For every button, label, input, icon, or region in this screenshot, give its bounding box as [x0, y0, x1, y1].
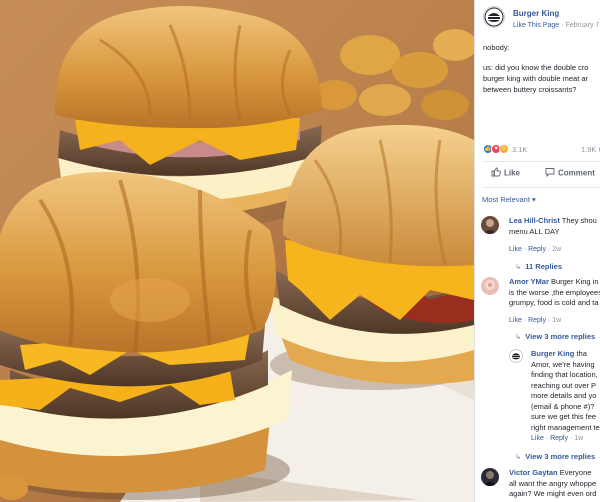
comment-body: tha	[576, 349, 587, 358]
commenter-avatar[interactable]	[481, 277, 499, 295]
comment-reply-link[interactable]: Reply	[550, 435, 568, 442]
comment-sort-dropdown[interactable]: Most Relevant ▾	[482, 194, 536, 205]
comment-body: right management te	[531, 422, 600, 432]
thumbs-up-icon	[491, 167, 501, 180]
comment-button[interactable]: Comment	[545, 167, 595, 180]
comment-time[interactable]: 1w	[552, 317, 561, 324]
comment-time[interactable]: 1w	[574, 435, 583, 442]
like-button-label: Like	[504, 168, 521, 178]
replies-label: 11 Replies	[525, 262, 562, 271]
comment-body: grumpy, food is cold and ta	[509, 298, 599, 307]
comment-text: Burger King tha Amor, we're having findi…	[531, 349, 600, 433]
divider	[483, 187, 600, 188]
comment-body: (email & phone #)?	[531, 401, 595, 411]
reactions-summary[interactable]: 👍 ♥ ☺ 3.1K 1.9K C	[483, 144, 600, 156]
post-side-panel: Burger King Like This Page · February 7 …	[474, 0, 600, 502]
comment-reply-link[interactable]: Reply	[528, 246, 546, 253]
comment-body: They shou	[561, 216, 597, 225]
sort-label: Most Relevant	[482, 195, 530, 204]
commenter-avatar[interactable]	[481, 216, 499, 234]
burger-king-logo-avatar[interactable]	[483, 6, 505, 28]
comment-actions: Like · Reply · 1w	[509, 317, 562, 324]
reply-arrow-icon: ↳	[515, 262, 522, 271]
comment-body: more details and yo	[531, 391, 597, 400]
like-button[interactable]: Like	[491, 167, 520, 180]
comment-body: is the worse ,the employees	[509, 287, 600, 297]
comment-like-link[interactable]: Like	[509, 246, 522, 253]
reaction-count[interactable]: 3.1K	[512, 144, 527, 155]
comment-button-label: Comment	[558, 168, 595, 178]
comment-actions: Like · Reply · 2w	[509, 246, 562, 253]
view-replies-link[interactable]: ↳ 11 Replies	[515, 261, 562, 272]
comment-body: Everyone	[559, 468, 592, 477]
comment-author-link[interactable]: Lea Hill-Christ	[509, 216, 560, 225]
divider	[483, 161, 600, 162]
comment-author-link[interactable]: Amor YMar	[509, 277, 549, 286]
comment-author-link[interactable]: Victor Gaytan	[509, 468, 558, 477]
reply-arrow-icon: ↳	[515, 332, 522, 341]
page-meta: Like This Page · February 7	[513, 20, 599, 31]
burger-king-reply-avatar[interactable]	[509, 349, 523, 363]
view-replies-link[interactable]: ↳ View 3 more replies	[515, 331, 595, 342]
haha-reaction-icon: ☺	[499, 144, 509, 154]
comment-body: Burger King in	[550, 277, 599, 286]
comment-body: all want the angry whoppe	[509, 478, 597, 488]
sandwich-front	[0, 171, 292, 500]
comment-body: Amor, we're having	[531, 359, 595, 369]
replies-label: View 3 more replies	[525, 332, 596, 341]
comment-author-link[interactable]: Burger King	[531, 349, 574, 358]
comment-time[interactable]: 2w	[552, 246, 561, 253]
meta-separator: ·	[561, 22, 564, 29]
comment-body: again? We might even ord	[509, 489, 597, 498]
comment-body: menu ALL DAY	[509, 226, 560, 236]
page-name-link[interactable]: Burger King	[513, 8, 559, 19]
post-line: nobody:	[483, 43, 510, 52]
croissant-sandwich-photo	[0, 0, 474, 502]
comment-text: Lea Hill-Christ They shou menu ALL DAY	[509, 216, 600, 237]
comment-body: reaching out over P	[531, 380, 597, 390]
post-actions: Like Comment	[483, 167, 600, 181]
comment-count[interactable]: 1.9K C	[581, 144, 600, 155]
commenter-avatar[interactable]	[481, 468, 499, 486]
comment-reply-link[interactable]: Reply	[528, 317, 546, 324]
like-this-page-link[interactable]: Like This Page	[513, 22, 559, 29]
post-line: us: did you know the double cro	[483, 63, 589, 72]
view-replies-link[interactable]: ↳ View 3 more replies	[515, 451, 595, 462]
post-text: nobody: us: did you know the double cro …	[483, 42, 600, 95]
comment-like-link[interactable]: Like	[531, 435, 544, 442]
post-line: between buttery croissants?	[483, 85, 577, 94]
post-line: burger king with double meat ar	[483, 74, 589, 83]
comment-like-link[interactable]: Like	[509, 317, 522, 324]
reply-arrow-icon: ↳	[515, 452, 522, 461]
comment-body: finding that location,	[531, 370, 598, 379]
post-photo[interactable]	[0, 0, 474, 502]
burger-king-logo-icon	[484, 7, 504, 27]
chevron-down-icon: ▾	[532, 195, 536, 204]
replies-label: View 3 more replies	[525, 452, 596, 461]
burger-king-logo-icon	[512, 353, 520, 360]
comment-bubble-icon	[545, 167, 555, 180]
comment-body: sure we get this fee	[531, 412, 597, 421]
post-header: Burger King Like This Page · February 7	[483, 6, 600, 32]
comment-text: Victor Gaytan Everyone all want the angr…	[509, 468, 600, 500]
post-date[interactable]: February 7	[565, 22, 599, 29]
comment-text: Amor YMar Burger King in is the worse ,t…	[509, 277, 600, 309]
comment-actions: Like · Reply · 1w	[531, 435, 584, 442]
